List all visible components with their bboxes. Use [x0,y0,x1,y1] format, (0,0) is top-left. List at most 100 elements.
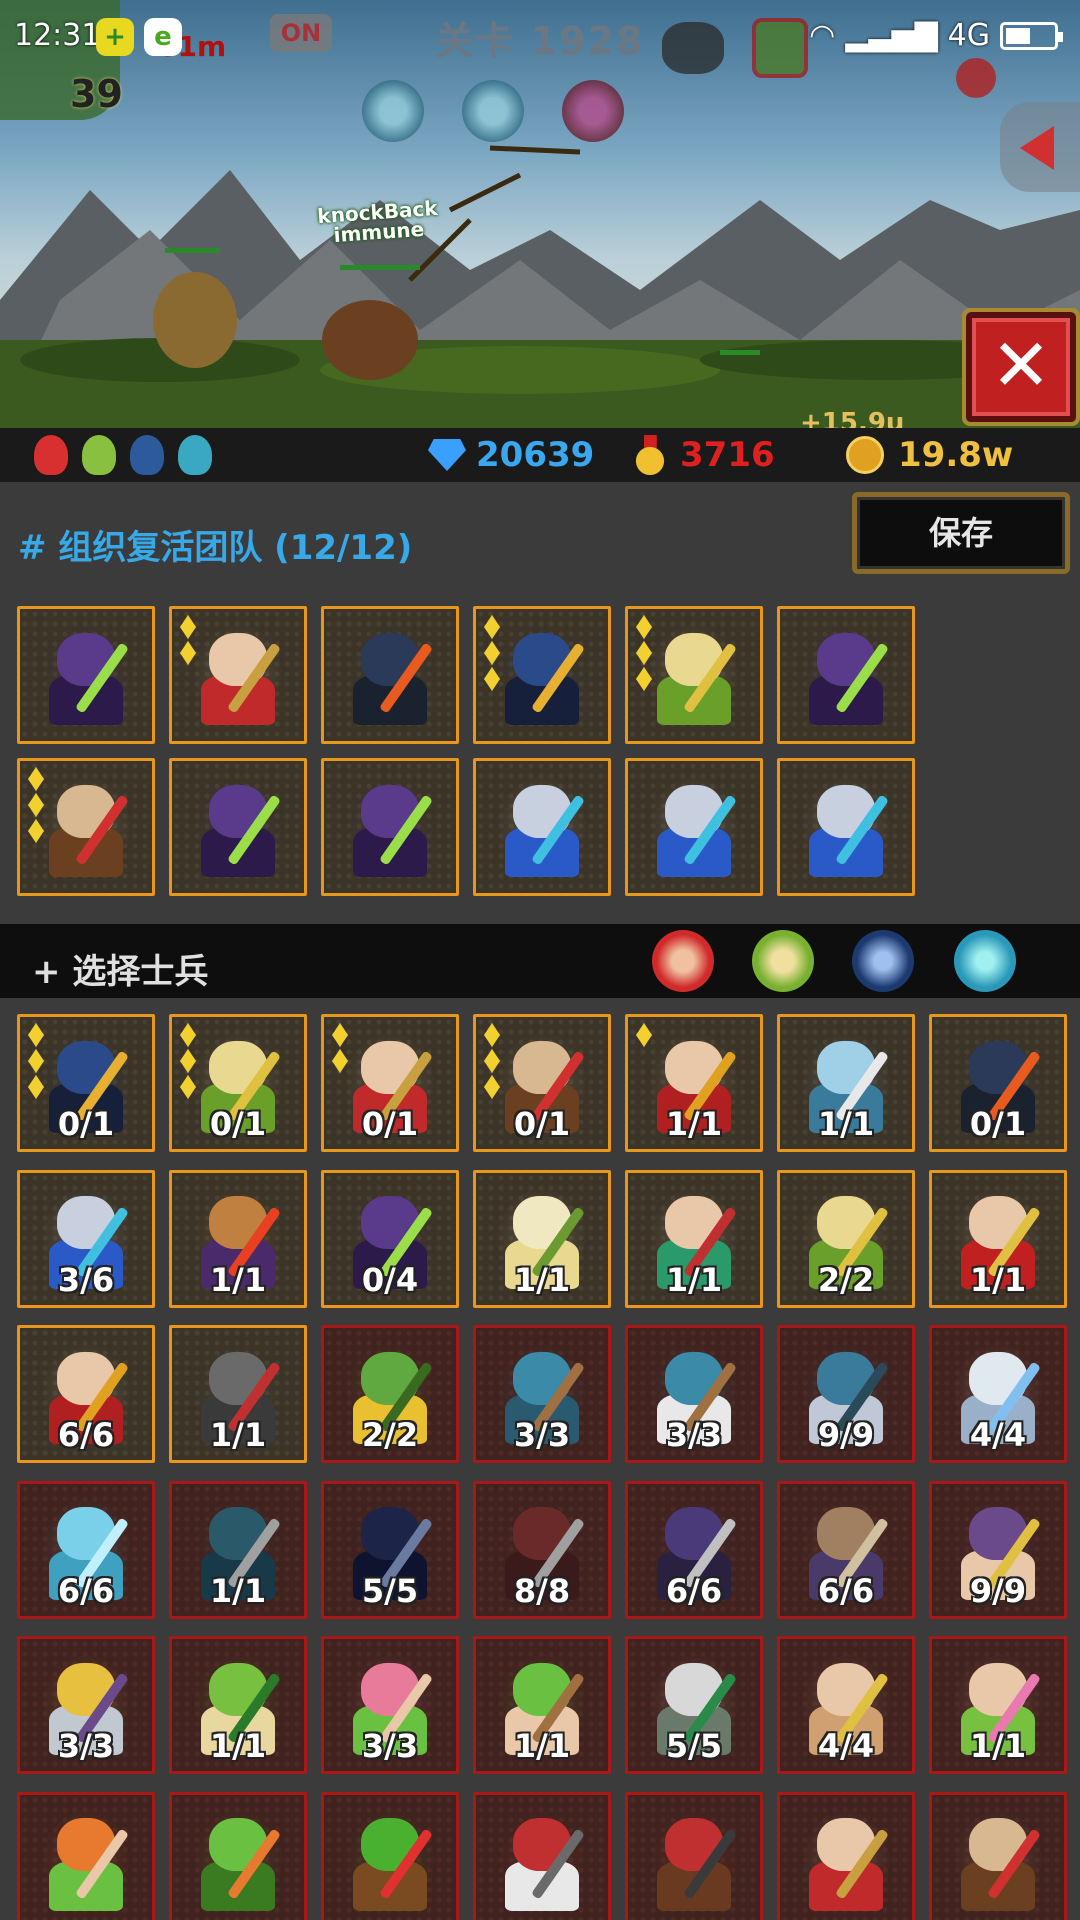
rank-star-icon [636,615,652,639]
team-slot-purple-archer[interactable] [321,758,459,896]
team-slot-purple-archer[interactable] [777,606,915,744]
side-panel-arrow[interactable] [1000,102,1080,192]
rank-star-icon [28,767,44,791]
team-slot-blue-knight[interactable] [625,758,763,896]
soldier-card-shaman[interactable]: 3/3 [625,1325,763,1463]
team-slot-samurai[interactable] [473,606,611,744]
soldier-card-frost-beast[interactable]: 4/4 [929,1325,1067,1463]
team-slot-king-mage[interactable] [169,606,307,744]
soldier-card-werewolf[interactable]: 8/8 [473,1480,611,1619]
signal-icon: ▂▃▅▇ [845,18,938,53]
soldier-card-pharaoh[interactable]: 3/3 [17,1636,155,1774]
team-slot-purple-archer[interactable] [17,606,155,744]
rank-star-icon [484,1023,500,1047]
soldier-card-samurai[interactable]: 0/1 [17,1014,155,1152]
soldier-card-griffin-rider[interactable]: 0/1 [473,1014,611,1152]
soldier-card-ice-troll[interactable]: 6/6 [17,1480,155,1619]
skill-icon-3[interactable] [562,80,624,142]
unit-count: 8/8 [513,1571,571,1610]
blue-knight-icon [130,435,164,475]
skill-icon-2[interactable] [462,80,524,142]
red-warrior-filter-icon[interactable] [652,930,714,992]
soldier-card-warlord[interactable]: 1/1 [169,1169,307,1308]
soldier-card-purple-archer[interactable]: 0/4 [321,1169,459,1308]
gem-icon [428,439,466,471]
close-button[interactable]: ✕ [962,308,1080,426]
rank-star-icon [636,1023,652,1047]
unit-count: 0/1 [361,1105,419,1143]
rank-star-icon [28,1049,44,1073]
team-slot-dark-knight[interactable] [321,606,459,744]
soldier-card-cannon-dwarf[interactable] [625,1791,763,1920]
team-slot-valkyrie[interactable] [625,606,763,744]
rank-stars [180,615,196,665]
soldier-card-dark-samurai[interactable]: 5/5 [321,1480,459,1619]
soldier-card-goblin[interactable]: 2/2 [321,1325,459,1463]
soldier-card-red-priest[interactable]: 6/6 [17,1325,155,1463]
rank-stars [636,615,652,691]
game-screen: { "status_bar": {"time": "12:31", "netwo… [0,0,1080,1920]
soldier-card-cardinal[interactable]: 1/1 [929,1169,1067,1308]
rank-star-icon [484,615,500,639]
coin-gain: +15.9u [800,408,905,428]
team-slot-griffin-rider[interactable] [17,758,155,896]
soldier-card-valkyrie[interactable]: 0/1 [169,1014,307,1152]
unit-count: 1/1 [209,1416,267,1454]
team-slot-purple-archer[interactable] [169,758,307,896]
blue-knight-filter-icon[interactable] [852,930,914,992]
save-button[interactable]: 保存 [852,492,1070,574]
soldier-card-lizard-spearman[interactable]: 3/3 [473,1325,611,1463]
soldier-card-dwarf[interactable] [473,1791,611,1920]
unit-count: 1/1 [513,1260,571,1299]
soldier-card-jester[interactable]: 9/9 [929,1480,1067,1619]
soldier-card-minotaur[interactable]: 6/6 [777,1480,915,1619]
rank-stars [180,1023,196,1099]
unit-count: 1/1 [209,1727,267,1765]
unit-count: 1/1 [665,1260,723,1299]
team-slot-blue-knight[interactable] [473,758,611,896]
soldier-card-naga[interactable]: 1/1 [169,1480,307,1619]
soldier-card-fairy[interactable]: 1/1 [929,1636,1067,1774]
green-elf-filter-icon[interactable] [752,930,814,992]
soldier-card-assassin[interactable]: 6/6 [625,1480,763,1619]
rank-star-icon [180,1023,196,1047]
rank-star-icon [484,641,500,665]
battery-icon [1000,21,1063,50]
soldier-card-wolf-rider[interactable]: 9/9 [777,1325,915,1463]
rank-stars [484,1023,500,1099]
soldier-card-dark-knight[interactable]: 0/1 [929,1014,1067,1152]
soldier-card-griffin-rider[interactable] [929,1791,1067,1920]
soldier-card-valkyrie[interactable]: 2/2 [777,1169,915,1308]
unit-count: 0/1 [513,1105,571,1143]
soldier-card-king-mage[interactable] [777,1791,915,1920]
soldier-card-red-priest[interactable]: 1/1 [625,1014,763,1152]
soldier-card-harpy[interactable]: 1/1 [169,1636,307,1774]
soldier-card-elf-monk[interactable]: 1/1 [473,1636,611,1774]
soldier-card-forest-queen[interactable]: 1/1 [473,1169,611,1308]
soldier-card-king-mage[interactable]: 0/1 [321,1014,459,1152]
unit-count: 1/1 [513,1727,571,1765]
gold-count: 19.8w [898,435,1014,475]
resource-bar: 20639 3716 19.8w [0,428,1080,482]
soldier-card-jade-warrior[interactable]: 1/1 [625,1169,763,1308]
team-slot-blue-knight[interactable] [777,758,915,896]
soldier-card-white-beast[interactable]: 5/5 [625,1636,763,1774]
soldier-card-treant[interactable] [321,1791,459,1920]
soldier-card-fox-spearman[interactable]: 4/4 [777,1636,915,1774]
unit-count: 9/9 [817,1416,875,1454]
soldier-card-bunny-fighter[interactable]: 3/3 [321,1636,459,1774]
soldier-card-fire-elf[interactable] [17,1791,155,1920]
soldier-card-ice-dragon[interactable]: 1/1 [777,1014,915,1152]
rank-stars [332,1023,348,1073]
rank-star-icon [636,641,652,665]
cyan-beast-filter-icon[interactable] [954,930,1016,992]
shield-value: 39 [70,72,123,116]
gem-count: 20639 [476,435,595,475]
soldier-card-stone-golem[interactable]: 1/1 [169,1325,307,1463]
skill-icon-1[interactable] [362,80,424,142]
unit-count: 9/9 [969,1571,1027,1610]
app-notification-icon: + [96,18,134,56]
unit-count: 1/1 [665,1105,723,1143]
soldier-card-toad[interactable] [169,1791,307,1920]
soldier-card-blue-knight[interactable]: 3/6 [17,1169,155,1308]
